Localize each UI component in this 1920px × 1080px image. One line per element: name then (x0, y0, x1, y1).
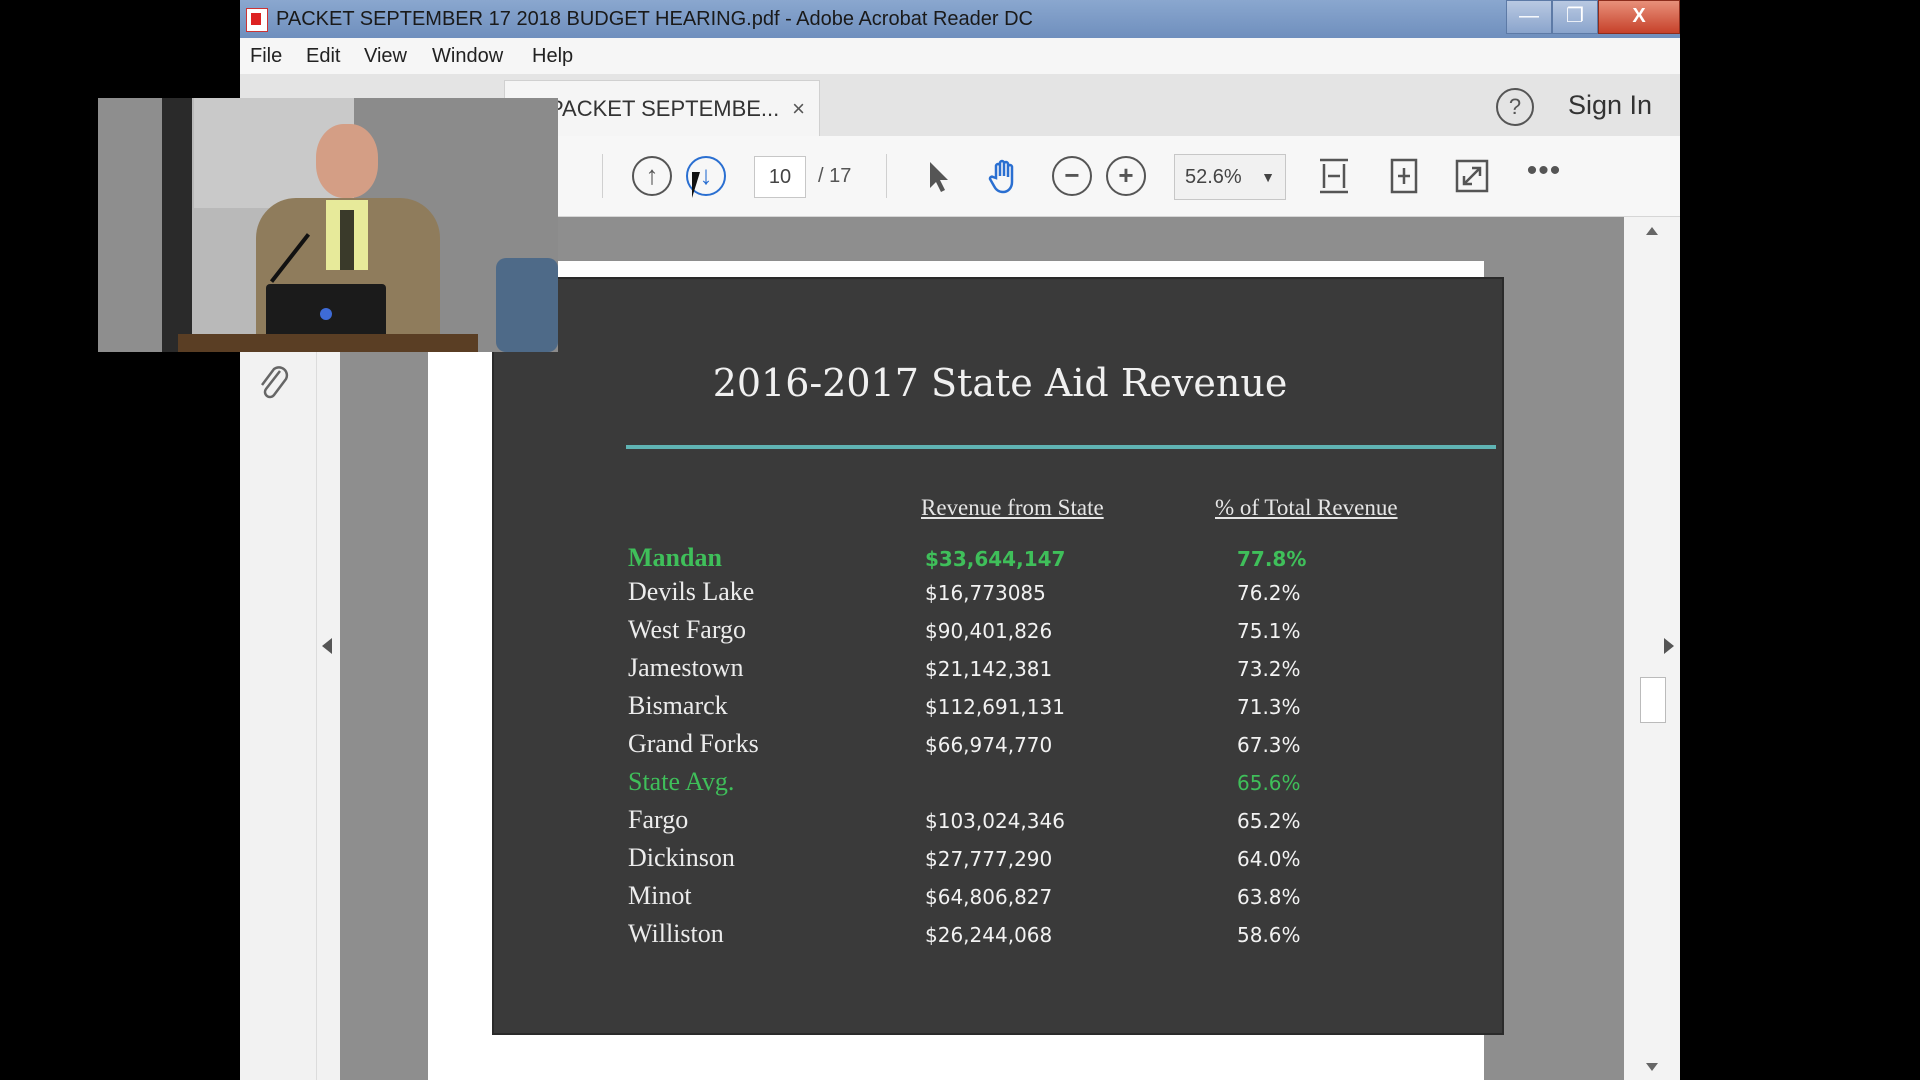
row-name: Devils Lake (628, 577, 755, 606)
close-button[interactable]: X (1598, 0, 1680, 34)
previous-page-icon[interactable]: ↑ (632, 156, 672, 196)
zoom-in-icon[interactable]: + (1106, 156, 1146, 196)
slide-image: 2016-2017 State Aid Revenue Revenue from… (492, 277, 1504, 1035)
table-row: Bismarck $112,691,131 71.3% (494, 691, 1506, 727)
row-percent: 65.6% (1237, 771, 1301, 795)
table-row: Williston $26,244,068 58.6% (494, 919, 1506, 955)
table-row: West Fargo $90,401,826 75.1% (494, 615, 1506, 651)
hand-tool-icon[interactable] (984, 156, 1024, 196)
more-tools-icon[interactable]: ••• (1524, 156, 1564, 196)
title-bar: PACKET SEPTEMBER 17 2018 BUDGET HEARING.… (240, 0, 1680, 38)
speaker-head (316, 124, 378, 198)
table-row: State Avg. 65.6% (494, 767, 1506, 803)
row-revenue: $66,974,770 (925, 733, 1053, 757)
fit-width-icon[interactable] (1314, 156, 1354, 196)
maximize-button[interactable]: ❐ (1552, 0, 1598, 34)
row-percent: 71.3% (1237, 695, 1301, 719)
row-name: Dickinson (628, 843, 735, 872)
row-revenue: $64,806,827 (925, 885, 1053, 909)
row-name: West Fargo (628, 615, 747, 644)
row-revenue: $112,691,131 (925, 695, 1065, 719)
collapse-right-icon[interactable] (1664, 638, 1674, 654)
attachment-icon[interactable] (254, 361, 294, 405)
toolbar-separator (602, 154, 603, 198)
table-row: Mandan $33,644,147 77.8% (494, 543, 1506, 579)
row-percent: 73.2% (1237, 657, 1301, 681)
row-name: Jamestown (628, 653, 744, 682)
row-percent: 58.6% (1237, 923, 1301, 947)
scrollbar-thumb[interactable] (1640, 677, 1666, 723)
row-name: Minot (628, 881, 692, 910)
select-arrow-icon[interactable] (916, 156, 956, 196)
row-percent: 64.0% (1237, 847, 1301, 871)
row-name: Mandan (628, 543, 722, 572)
row-revenue: $21,142,381 (925, 657, 1053, 681)
slide-title: 2016-2017 State Aid Revenue (712, 361, 1288, 405)
row-percent: 65.2% (1237, 809, 1301, 833)
podium (178, 334, 478, 352)
menu-window[interactable]: Window (432, 38, 503, 74)
collapse-left-icon[interactable] (322, 638, 332, 654)
row-revenue: $33,644,147 (925, 547, 1066, 571)
row-name: State Avg. (628, 767, 735, 796)
zoom-value: 52.6% (1185, 166, 1242, 188)
window-title: PACKET SEPTEMBER 17 2018 BUDGET HEARING.… (276, 8, 1033, 30)
menu-edit[interactable]: Edit (306, 38, 340, 74)
tab-close-icon[interactable]: × (792, 81, 805, 137)
menu-file[interactable]: File (250, 38, 282, 74)
row-revenue: $103,024,346 (925, 809, 1065, 833)
mouse-cursor-icon (692, 172, 708, 198)
row-revenue: $26,244,068 (925, 923, 1053, 947)
row-revenue: $90,401,826 (925, 619, 1053, 643)
row-revenue: $27,777,290 (925, 847, 1053, 871)
row-percent: 67.3% (1237, 733, 1301, 757)
row-revenue: $16,773085 (925, 581, 1046, 605)
row-percent: 75.1% (1237, 619, 1301, 643)
table-row: Fargo $103,024,346 65.2% (494, 805, 1506, 841)
row-name: Bismarck (628, 691, 728, 720)
menu-view[interactable]: View (364, 38, 407, 74)
row-percent: 77.8% (1237, 547, 1307, 571)
zoom-select[interactable]: 52.6% ▼ (1174, 154, 1286, 200)
menu-bar: File Edit View Window Help (240, 38, 1680, 74)
scroll-down-icon[interactable] (1646, 1063, 1658, 1071)
row-percent: 63.8% (1237, 885, 1301, 909)
fit-page-icon[interactable] (1384, 156, 1424, 196)
row-name: Fargo (628, 805, 689, 834)
title-divider (626, 445, 1496, 449)
webcam-chair (496, 258, 558, 352)
table-row: Devils Lake $16,773085 76.2% (494, 577, 1506, 613)
webcam-pillar (162, 98, 192, 352)
column-header-percent: % of Total Revenue (1215, 495, 1398, 520)
table-row: Minot $64,806,827 63.8% (494, 881, 1506, 917)
column-header-revenue: Revenue from State (921, 495, 1104, 520)
row-percent: 76.2% (1237, 581, 1301, 605)
table-row: Grand Forks $66,974,770 67.3% (494, 729, 1506, 765)
window-controls: — ❐ X (1506, 0, 1680, 34)
scroll-up-icon[interactable] (1646, 227, 1658, 235)
chevron-down-icon: ▼ (1261, 169, 1275, 185)
menu-help[interactable]: Help (532, 38, 573, 74)
row-name: Williston (628, 919, 724, 948)
row-name: Grand Forks (628, 729, 759, 758)
table-row: Jamestown $21,142,381 73.2% (494, 653, 1506, 689)
webcam-overlay (98, 98, 558, 352)
pdf-page: 2016-2017 State Aid Revenue Revenue from… (428, 261, 1504, 1080)
tab-label: PACKET SEPTEMBE... (549, 96, 780, 121)
speaker-tie (340, 210, 354, 270)
help-icon[interactable]: ? (1496, 88, 1534, 126)
toolbar-separator (886, 154, 887, 198)
zoom-out-icon[interactable]: − (1052, 156, 1092, 196)
page-number-input[interactable]: 10 (754, 156, 806, 198)
minimize-button[interactable]: — (1506, 0, 1552, 34)
sign-in-button[interactable]: Sign In (1568, 74, 1652, 136)
acrobat-icon (246, 8, 268, 32)
laptop-logo (320, 308, 332, 320)
table-row: Dickinson $27,777,290 64.0% (494, 843, 1506, 879)
page-total: / 17 (818, 165, 852, 187)
full-screen-icon[interactable] (1452, 156, 1492, 196)
